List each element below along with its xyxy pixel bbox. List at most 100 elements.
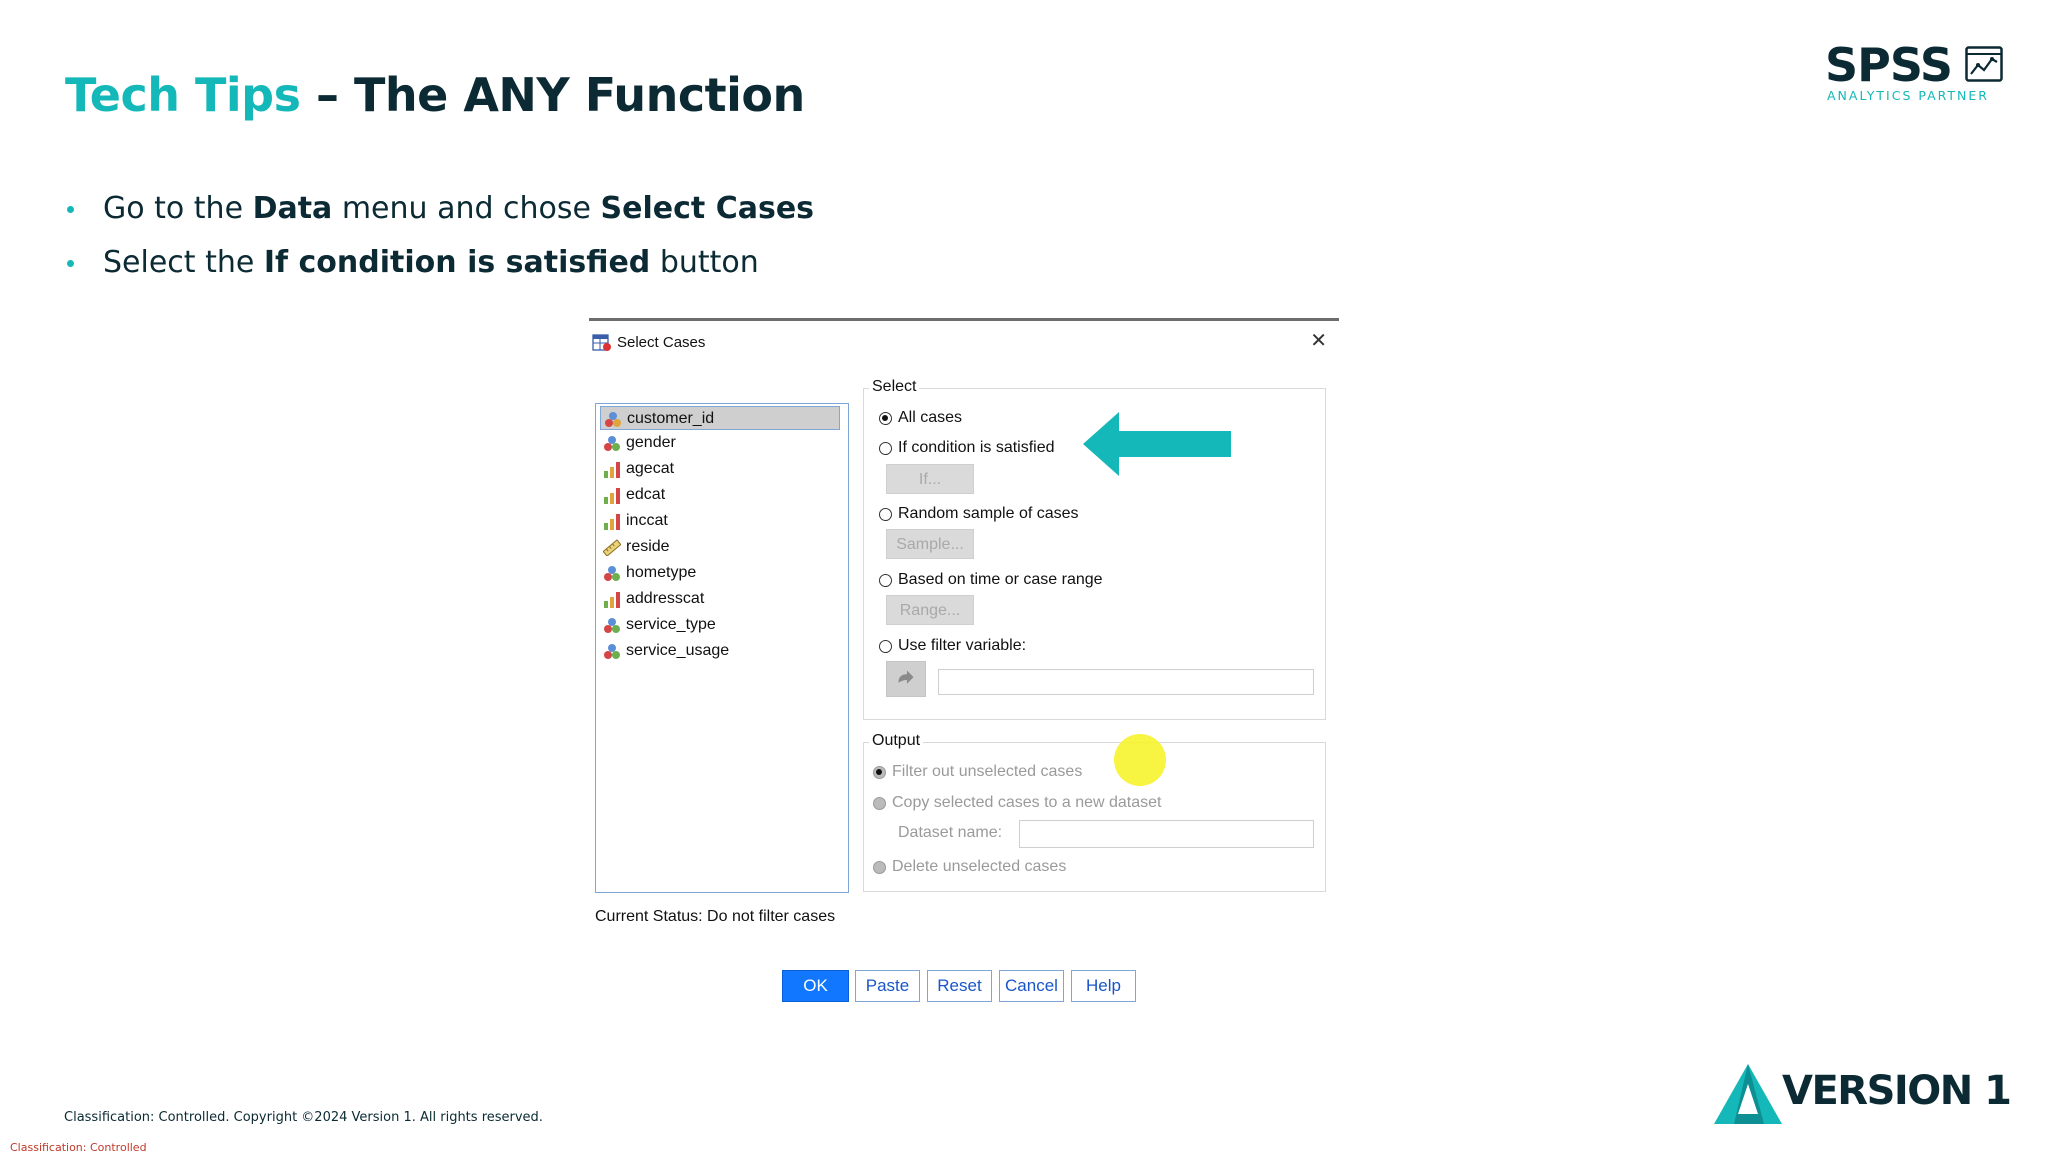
radio-label: Filter out unselected cases <box>892 763 1083 780</box>
radio-label: All cases <box>898 409 963 426</box>
if-button[interactable]: If... <box>886 464 974 494</box>
bullet-bold: Select Cases <box>600 191 815 226</box>
version-1-logo: VERSION 1 <box>1712 1062 2012 1128</box>
dialog-titlebar: Select Cases ✕ <box>589 328 1339 358</box>
dataset-name-field[interactable] <box>1019 820 1314 848</box>
spss-logo-subtitle: ANALYTICS PARTNER <box>1827 88 1989 103</box>
ordinal-icon <box>604 514 620 530</box>
arrow-right-icon <box>898 670 914 684</box>
radio-icon <box>873 796 886 810</box>
radio-icon <box>879 639 892 653</box>
variable-name: service_type <box>626 616 716 633</box>
variable-name: inccat <box>626 512 668 529</box>
variable-name: hometype <box>626 564 697 581</box>
sample-button[interactable]: Sample... <box>886 529 974 559</box>
range-button[interactable]: Range... <box>886 595 974 625</box>
close-icon[interactable]: ✕ <box>1310 330 1327 352</box>
variable-item-addresscat[interactable]: addresscat <box>600 587 840 611</box>
variable-name: addresscat <box>626 590 705 607</box>
variable-item-service-type[interactable]: service_type <box>600 613 840 637</box>
variable-name: customer_id <box>627 410 715 427</box>
use-filter-variable-radio[interactable]: Use filter variable: <box>879 637 1026 655</box>
scale-icon <box>603 539 621 556</box>
radio-label: Based on time or case range <box>898 571 1103 588</box>
cancel-button[interactable]: Cancel <box>999 970 1064 1002</box>
bullet-text: menu and chose <box>332 191 601 226</box>
variable-list[interactable]: customer_id gender agecat edcat inccat r… <box>595 403 849 893</box>
slide-title: Tech Tips – The ANY Function <box>65 68 805 122</box>
radio-label: Copy selected cases to a new dataset <box>892 794 1162 811</box>
radio-icon <box>873 860 886 874</box>
bullet-text: Select the <box>103 245 264 280</box>
ordinal-icon <box>604 488 620 504</box>
variable-item-gender[interactable]: gender <box>600 431 840 455</box>
variable-item-agecat[interactable]: agecat <box>600 457 840 481</box>
nominal-icon <box>604 644 620 659</box>
paste-button[interactable]: Paste <box>855 970 920 1002</box>
output-group-label: Output <box>869 732 924 750</box>
filter-out-unselected-radio[interactable]: Filter out unselected cases <box>873 763 1082 781</box>
if-condition-radio[interactable]: If condition is satisfied <box>879 439 1055 457</box>
dialog-top-border <box>589 318 1339 321</box>
copy-selected-cases-radio[interactable]: Copy selected cases to a new dataset <box>873 794 1162 812</box>
nominal-icon <box>604 566 620 581</box>
dataset-name-label: Dataset name: <box>898 824 1003 841</box>
spss-logo-word: SPSS <box>1825 38 1953 92</box>
ordinal-icon <box>604 592 620 608</box>
bullet-item: Select the If condition is satisfied but… <box>65 236 814 290</box>
bullet-text: button <box>650 245 759 280</box>
version-1-triangle-icon <box>1714 1064 1782 1124</box>
annotation-arrow-left-icon <box>1083 412 1231 476</box>
chart-window-icon <box>1965 46 2003 82</box>
variable-name: agecat <box>626 460 675 477</box>
radio-label: Use filter variable: <box>898 637 1027 654</box>
cursor-highlight <box>1114 734 1166 786</box>
nominal-icon <box>604 436 620 451</box>
spss-analytics-partner-logo: SPSS ANALYTICS PARTNER <box>1825 40 2005 104</box>
based-on-time-radio[interactable]: Based on time or case range <box>879 571 1103 589</box>
bullet-text: Go to the <box>103 191 253 226</box>
select-group-label: Select <box>869 378 920 396</box>
variable-name: edcat <box>626 486 666 503</box>
variable-item-hometype[interactable]: hometype <box>600 561 840 585</box>
radio-icon <box>879 507 892 521</box>
radio-label: Random sample of cases <box>898 505 1079 522</box>
reset-button[interactable]: Reset <box>927 970 992 1002</box>
variable-name: reside <box>626 538 670 555</box>
title-accent: Tech Tips <box>65 68 301 122</box>
dialog-title: Select Cases <box>617 334 706 351</box>
variable-name: service_usage <box>626 642 730 659</box>
delete-unselected-radio[interactable]: Delete unselected cases <box>873 858 1066 876</box>
help-button[interactable]: Help <box>1071 970 1136 1002</box>
title-rest: – The ANY Function <box>300 68 805 122</box>
copyright-footer: Classification: Controlled. Copyright ©2… <box>64 1110 543 1125</box>
ok-button[interactable]: OK <box>782 970 849 1002</box>
random-sample-radio[interactable]: Random sample of cases <box>879 505 1079 523</box>
radio-label: If condition is satisfied <box>898 439 1055 456</box>
version-1-word: VERSION 1 <box>1782 1068 2012 1114</box>
variable-item-customer-id[interactable]: customer_id <box>600 406 840 430</box>
instruction-list: Go to the Data menu and chose Select Cas… <box>65 182 814 290</box>
radio-selected-icon <box>873 765 886 779</box>
bullet-bold: Data <box>252 191 333 226</box>
variable-name: gender <box>626 434 676 451</box>
move-variable-button[interactable] <box>886 661 926 697</box>
radio-selected-icon <box>879 411 892 425</box>
variable-item-reside[interactable]: reside <box>600 535 840 559</box>
variable-item-service-usage[interactable]: service_usage <box>600 639 840 663</box>
select-cases-icon <box>592 334 611 351</box>
nominal-icon <box>604 618 620 633</box>
bullet-item: Go to the Data menu and chose Select Cas… <box>65 182 814 236</box>
variable-item-inccat[interactable]: inccat <box>600 509 840 533</box>
classification-label: Classification: Controlled <box>10 1141 147 1154</box>
radio-label: Delete unselected cases <box>892 858 1067 875</box>
ordinal-icon <box>604 462 620 478</box>
nominal-id-icon <box>605 412 621 427</box>
radio-icon <box>879 573 892 587</box>
radio-icon <box>879 441 892 455</box>
variable-item-edcat[interactable]: edcat <box>600 483 840 507</box>
current-status-text: Current Status: Do not filter cases <box>595 908 836 925</box>
filter-variable-field[interactable] <box>938 669 1314 695</box>
all-cases-radio[interactable]: All cases <box>879 409 962 427</box>
bullet-bold: If condition is satisfied <box>263 245 651 280</box>
